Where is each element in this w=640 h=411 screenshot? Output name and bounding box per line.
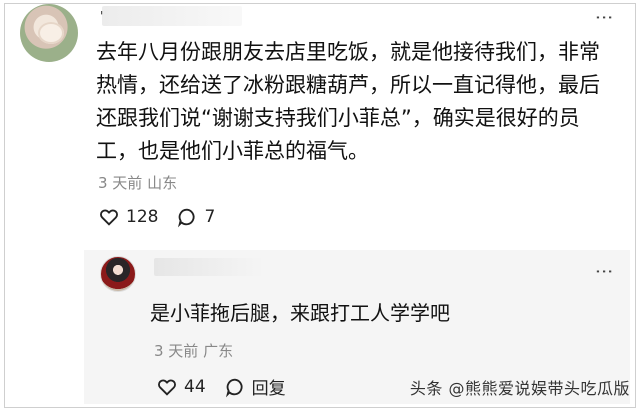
reply-meta: 3 天前 广东 bbox=[154, 342, 234, 360]
heart-icon bbox=[156, 376, 178, 398]
reply-avatar[interactable] bbox=[100, 256, 136, 292]
comment-actions: 128 7 bbox=[98, 206, 215, 228]
reply-button[interactable]: 回复 bbox=[224, 374, 286, 399]
reply-like-button[interactable]: 44 bbox=[156, 376, 206, 398]
heart-icon bbox=[98, 206, 120, 228]
speech-bubble-icon bbox=[224, 376, 246, 398]
reply-more-options-icon[interactable]: ⋮ bbox=[594, 263, 615, 283]
reply-name-redacted bbox=[154, 258, 264, 276]
commenter-avatar[interactable] bbox=[20, 4, 78, 62]
comment-text: 去年八月份跟朋友去店里吃饭，就是他接待我们，非常 热情，还给送了冰粉跟糖葫芦，所… bbox=[96, 40, 600, 163]
reply-label: 回复 bbox=[251, 379, 286, 399]
avatar-image bbox=[38, 22, 64, 44]
speech-bubble-icon bbox=[176, 206, 198, 228]
reply-like-count: 44 bbox=[184, 376, 206, 397]
reply-actions: 44 回复 bbox=[156, 374, 286, 399]
comment-count: 7 bbox=[204, 207, 216, 227]
more-options-icon[interactable]: ⋮ bbox=[594, 9, 615, 29]
comment-button[interactable]: 7 bbox=[176, 206, 215, 228]
name-mark: ' bbox=[100, 9, 104, 23]
like-button[interactable]: 128 bbox=[98, 206, 158, 228]
comment-meta: 3 天前 山东 bbox=[98, 174, 178, 192]
like-count: 128 bbox=[126, 207, 159, 227]
reply-text: 是小菲拖后腿，来跟打工人学学吧 bbox=[150, 301, 450, 325]
commenter-name-redacted bbox=[102, 6, 242, 26]
watermark: 头条 @熊熊爱说娱带头吃瓜版 bbox=[409, 379, 630, 398]
